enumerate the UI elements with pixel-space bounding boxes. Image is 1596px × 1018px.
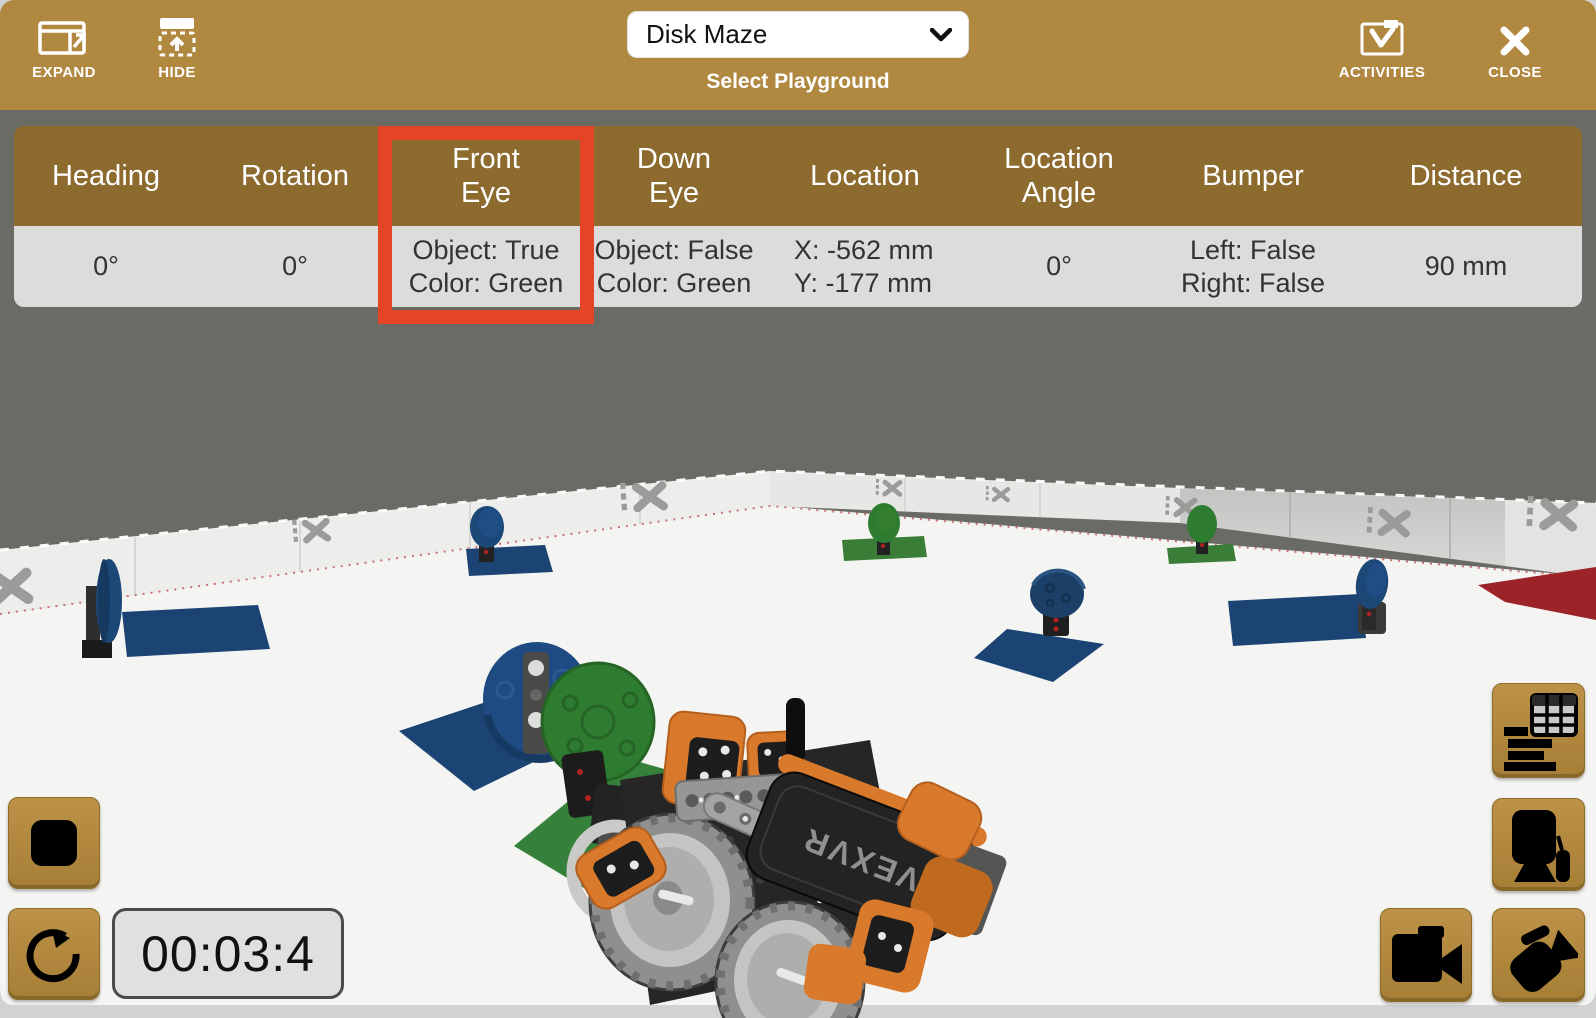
stop-icon xyxy=(28,817,80,869)
value-rotation: 0° xyxy=(198,226,392,307)
column-header-location: Location xyxy=(768,126,962,226)
reset-button[interactable] xyxy=(8,908,100,1000)
activities-icon xyxy=(1359,14,1405,58)
hide-button[interactable]: HIDE xyxy=(146,14,208,81)
robot-view-icon xyxy=(1500,806,1578,884)
value-bumper: Left: FalseRight: False xyxy=(1156,226,1350,307)
chevron-down-icon xyxy=(930,28,952,42)
stop-button[interactable] xyxy=(8,797,100,889)
timer-value: 00:03:4 xyxy=(141,925,315,983)
column-header-front-eye: FrontEye xyxy=(392,126,580,226)
camera-tilt-button[interactable] xyxy=(1492,908,1585,1002)
reset-icon xyxy=(24,924,84,984)
value-location: X: -562 mmY: -177 mm xyxy=(768,226,962,307)
robot-view-button[interactable] xyxy=(1492,798,1585,891)
hide-icon xyxy=(156,14,198,58)
close-button[interactable]: CLOSE xyxy=(1480,14,1550,81)
playground-selected-value: Disk Maze xyxy=(646,19,767,50)
sensor-dashboard-table: Heading Rotation FrontEye DownEye Locati… xyxy=(14,126,1582,307)
column-header-distance: Distance xyxy=(1350,126,1582,226)
playground-select[interactable]: Disk Maze xyxy=(627,11,969,58)
column-header-down-eye: DownEye xyxy=(580,126,768,226)
value-location-angle: 0° xyxy=(962,226,1156,307)
value-heading: 0° xyxy=(14,226,198,307)
column-header-rotation: Rotation xyxy=(198,126,392,226)
value-distance: 90 mm xyxy=(1350,226,1582,307)
camera-tilt-icon xyxy=(1500,916,1578,994)
mat-blue xyxy=(122,605,270,657)
value-down-eye: Object: FalseColor: Green xyxy=(580,226,768,307)
hide-label: HIDE xyxy=(158,64,195,81)
dashboard-icon xyxy=(1500,691,1578,771)
playground-selector-group: Disk Maze Select Playground xyxy=(618,0,978,94)
activities-label: ACTIVITIES xyxy=(1339,64,1426,81)
close-icon xyxy=(1498,14,1532,58)
expand-button[interactable]: EXPAND xyxy=(24,14,104,81)
expand-icon xyxy=(37,14,91,58)
activities-button[interactable]: ACTIVITIES xyxy=(1324,14,1440,81)
camera-button[interactable] xyxy=(1380,908,1472,1002)
expand-label: EXPAND xyxy=(32,64,96,81)
timer-display: 00:03:4 xyxy=(112,908,344,999)
close-label: CLOSE xyxy=(1488,64,1542,81)
toolbar: EXPAND HIDE Disk Maze Select Playground xyxy=(0,0,1596,110)
column-header-heading: Heading xyxy=(14,126,198,226)
value-front-eye: Object: TrueColor: Green xyxy=(392,226,580,307)
playground-label: Select Playground xyxy=(618,70,978,94)
column-header-bumper: Bumper xyxy=(1156,126,1350,226)
dashboard-button[interactable] xyxy=(1492,683,1585,778)
mat-blue xyxy=(1228,594,1366,646)
column-header-location-angle: LocationAngle xyxy=(962,126,1156,226)
camera-icon xyxy=(1388,920,1464,990)
